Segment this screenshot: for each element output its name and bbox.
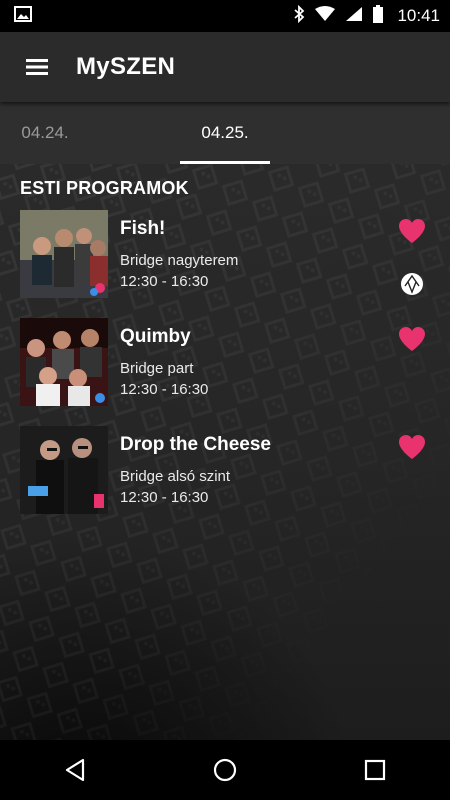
active-tab-indicator bbox=[180, 161, 270, 164]
event-venue: Bridge nagyterem bbox=[120, 252, 239, 269]
favorite-heart-icon[interactable] bbox=[398, 326, 426, 352]
event-name: Fish! bbox=[120, 218, 166, 239]
event-time: 12:30 - 16:30 bbox=[120, 273, 209, 290]
home-icon[interactable] bbox=[195, 740, 255, 800]
event-card-fish[interactable]: Fish! Bridge nagyterem 12:30 - 16:30 bbox=[0, 210, 450, 300]
bluetooth-icon bbox=[293, 4, 305, 28]
system-nav-bar bbox=[0, 740, 450, 800]
tab-04-24[interactable]: 04.24. bbox=[0, 102, 90, 164]
event-time: 12:30 - 16:30 bbox=[120, 381, 209, 398]
event-name: Drop the Cheese bbox=[120, 434, 271, 455]
status-time: 10:41 bbox=[397, 6, 440, 25]
back-icon[interactable] bbox=[45, 740, 105, 800]
wifi-icon bbox=[315, 5, 336, 27]
event-venue: Bridge alsó szint bbox=[120, 468, 231, 485]
tab-04-25[interactable]: 04.25. bbox=[180, 102, 270, 164]
date-tabs: 04.24. 04.25. bbox=[0, 102, 450, 164]
sponsor-logo-icon bbox=[400, 272, 424, 296]
tab-label: 04.25. bbox=[201, 123, 249, 142]
battery-icon bbox=[373, 4, 384, 28]
signal-icon bbox=[345, 6, 363, 27]
recents-icon[interactable] bbox=[345, 740, 405, 800]
favorite-heart-icon[interactable] bbox=[398, 434, 426, 460]
status-bar: 10:41 bbox=[0, 0, 450, 32]
favorite-heart-icon[interactable] bbox=[398, 218, 426, 244]
event-photo bbox=[20, 426, 108, 514]
event-card-drop-the-cheese[interactable]: Drop the Cheese Bridge alsó szint 12:30 … bbox=[0, 426, 450, 516]
image-notification-icon bbox=[14, 5, 32, 27]
event-photo bbox=[20, 210, 108, 298]
event-list[interactable]: ESTI PROGRAMOK Fish! Bridge nagyterem 12… bbox=[0, 164, 450, 740]
event-time: 12:30 - 16:30 bbox=[120, 489, 209, 506]
tab-label: 04.24. bbox=[21, 123, 69, 142]
event-photo bbox=[20, 318, 108, 406]
event-venue: Bridge part bbox=[120, 360, 194, 377]
section-title: ESTI PROGRAMOK bbox=[20, 178, 189, 198]
app-bar: MySZEN bbox=[0, 32, 450, 102]
event-name: Quimby bbox=[120, 326, 191, 347]
event-card-quimby[interactable]: Quimby Bridge part 12:30 - 16:30 bbox=[0, 318, 450, 408]
hamburger-menu-icon[interactable] bbox=[22, 52, 52, 82]
app-title: MySZEN bbox=[76, 53, 176, 80]
